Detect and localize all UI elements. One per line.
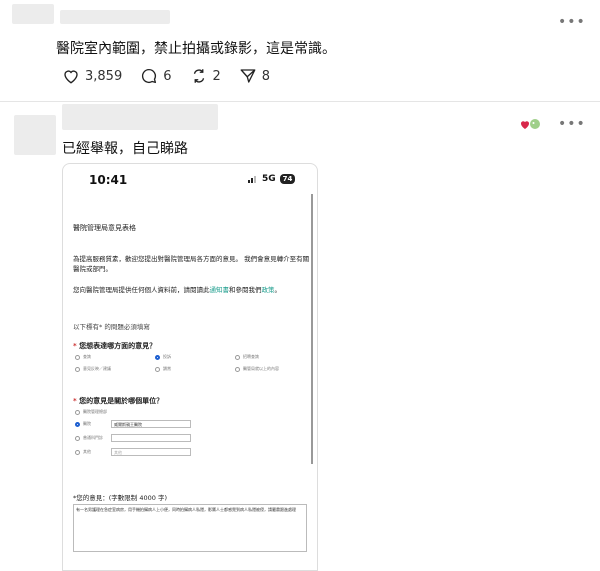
more-options-button[interactable]: ••• xyxy=(558,116,586,132)
radio-praise[interactable]: 讚賞 xyxy=(155,366,171,372)
radio-complaint[interactable]: 投訴 xyxy=(155,354,171,360)
policy-link[interactable]: 政策 xyxy=(262,286,275,294)
radio-suggestion[interactable]: 意見反映／建議 xyxy=(75,366,111,372)
status-time: 10:41 xyxy=(89,173,128,187)
form-intro: 為提高服務質素，歡迎您提出對醫院管理局各方面的意見。 我們會意見轉介至有關醫院或… xyxy=(73,255,310,273)
radio-other[interactable]: 醫管局就以上的內容 xyxy=(235,366,279,372)
hospital-field[interactable]: 威爾斯親王醫院 xyxy=(111,420,191,428)
radio-other-unit[interactable]: 其他 xyxy=(75,449,91,455)
comment-text: 醫院室內範圍，禁止拍攝或錄影，這是常識。 xyxy=(56,41,336,57)
other-unit-field[interactable]: 其他 xyxy=(111,448,191,456)
divider xyxy=(0,101,600,102)
opinion-textarea[interactable]: 有一名男護理在急症室病房，用手機拍攝病人上小便，同時拍攝病人私隱，影響人士都感覺… xyxy=(73,504,307,552)
comment-text: 已經舉報，自己睇路 xyxy=(62,141,188,157)
heart-icon xyxy=(64,70,78,84)
repost-icon xyxy=(193,69,204,83)
reply-count: 6 xyxy=(163,68,172,84)
scrollbar[interactable] xyxy=(311,194,313,464)
username-blurred[interactable] xyxy=(60,10,170,24)
avatar-blurred[interactable] xyxy=(12,4,54,24)
radio-gopc[interactable]: 普通科門診 xyxy=(75,435,103,441)
share-button[interactable]: 8 xyxy=(239,67,270,85)
form-title: 醫院管理局意見表格 xyxy=(73,224,136,232)
send-icon xyxy=(240,69,256,83)
attached-screenshot[interactable]: 10:41 5G 74 醫院管理局意見表格 為提高服務質素，歡迎您提出對醫院管理… xyxy=(62,163,318,571)
question-opinion-type: * 您想表達哪方面的意見？ xyxy=(73,342,157,350)
radio-hospital[interactable]: 醫院 xyxy=(75,421,91,427)
like-count: 3,859 xyxy=(85,68,123,84)
notice-link[interactable]: 通知書 xyxy=(210,286,230,294)
question-unit: * 您的意見是關於哪個單位？ xyxy=(73,397,164,405)
signal-icon xyxy=(248,176,256,183)
opinion-label: *您的意見：(字數限制 4000 字) xyxy=(73,494,167,502)
repost-count: 2 xyxy=(212,68,221,84)
radio-inquiry[interactable]: 查詢 xyxy=(75,354,91,360)
comment-bubble-icon xyxy=(142,68,157,84)
heart-emoji-badge-icon xyxy=(520,116,542,130)
network-label: 5G xyxy=(262,174,276,184)
more-options-button[interactable]: ••• xyxy=(558,14,586,30)
like-button[interactable]: 3,859 xyxy=(62,67,122,85)
radio-recruitment[interactable]: 招聘查詢 xyxy=(235,354,259,360)
avatar-blurred[interactable] xyxy=(14,115,56,155)
share-count: 8 xyxy=(261,68,271,84)
gopc-field[interactable] xyxy=(111,434,191,442)
radio-ha-head-office[interactable]: 醫院管理總部 xyxy=(75,409,107,415)
battery-level: 74 xyxy=(279,174,296,184)
status-bar-right: 5G 74 xyxy=(248,174,296,184)
comment-actions: 3,859 6 2 8 xyxy=(62,67,270,85)
required-note: 以下標有* 的問題必須填寫 xyxy=(73,323,150,331)
repost-button[interactable]: 2 xyxy=(190,67,221,85)
reply-button[interactable]: 6 xyxy=(140,67,172,85)
privacy-notice: 您向醫院管理局提供任何個人資料前，請閱讀此通知書和參閱我們政策。 xyxy=(73,286,281,294)
username-blurred[interactable] xyxy=(62,104,218,130)
